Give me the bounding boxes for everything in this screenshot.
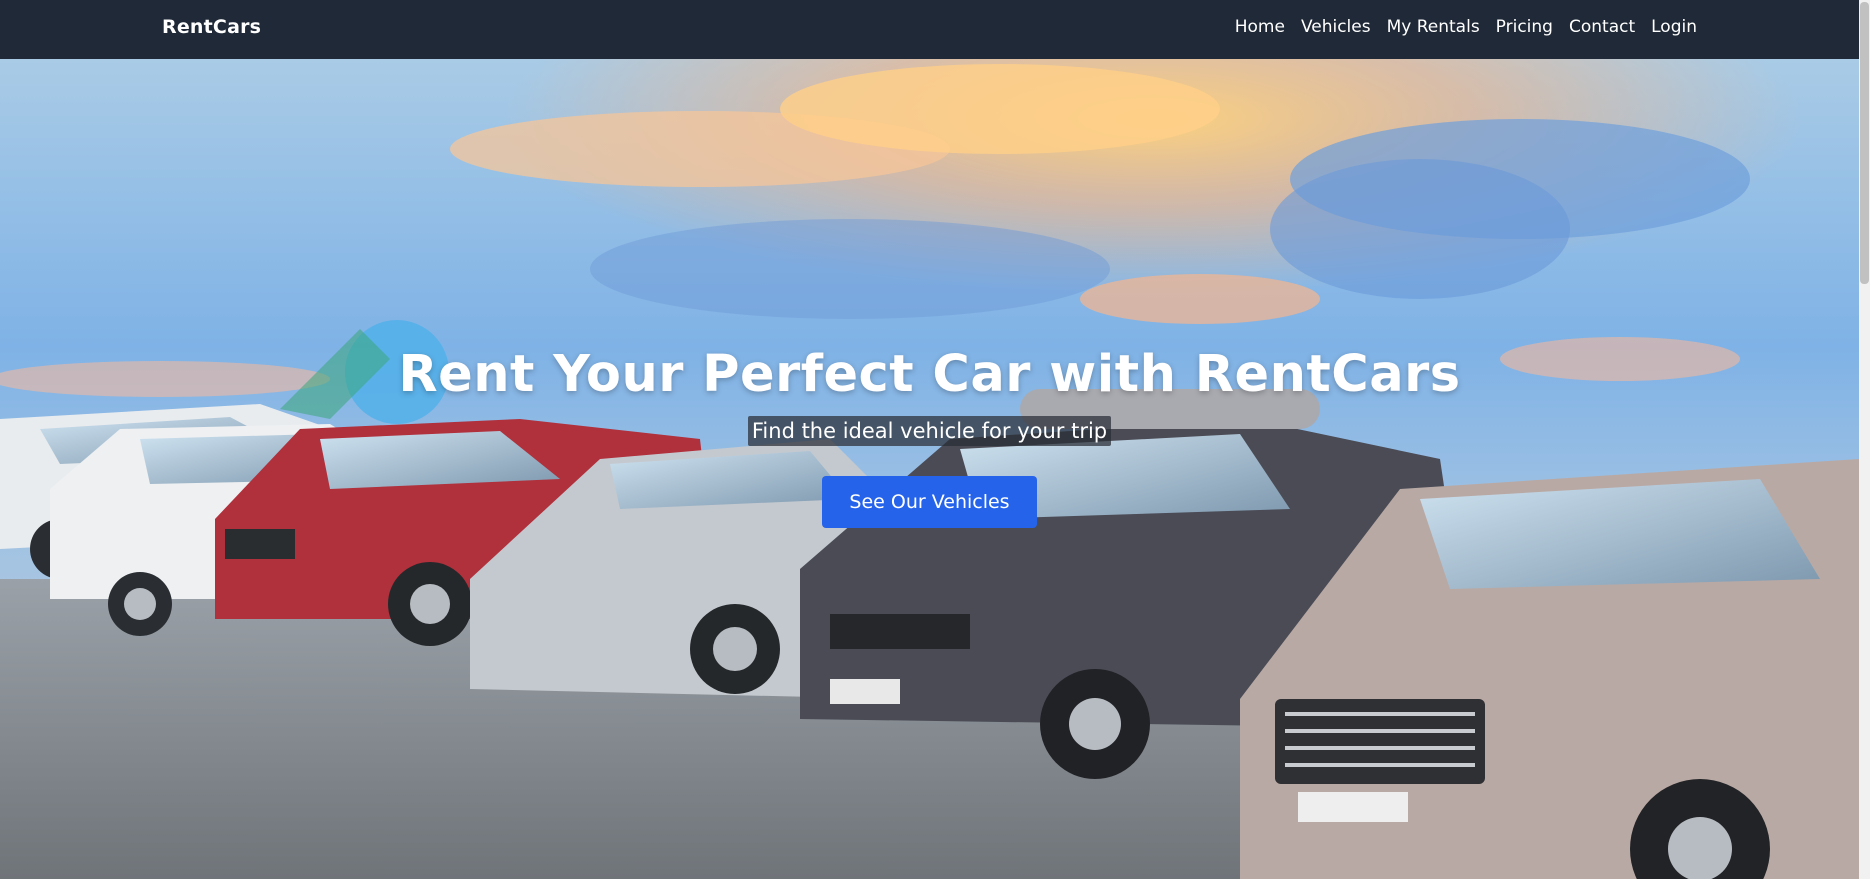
nav-link-pricing[interactable]: Pricing bbox=[1496, 17, 1553, 37]
nav-link-home[interactable]: Home bbox=[1235, 17, 1285, 37]
hero-subtitle-container: Find the ideal vehicle for your trip bbox=[0, 416, 1859, 446]
page: RentCars Home Vehicles My Rentals Pricin… bbox=[0, 0, 1870, 879]
navbar: RentCars Home Vehicles My Rentals Pricin… bbox=[0, 0, 1859, 59]
page-scrollbar[interactable] bbox=[1859, 0, 1870, 879]
nav-links: Home Vehicles My Rentals Pricing Contact… bbox=[1235, 17, 1697, 37]
cta-container: See Our Vehicles bbox=[0, 476, 1859, 528]
scrollbar-thumb[interactable] bbox=[1860, 2, 1869, 284]
hero-background-image bbox=[0, 59, 1859, 879]
hero-section: Rent Your Perfect Car with RentCars Find… bbox=[0, 59, 1859, 879]
hero-subtitle: Find the ideal vehicle for your trip bbox=[747, 416, 1112, 446]
nav-link-vehicles[interactable]: Vehicles bbox=[1301, 17, 1371, 37]
nav-link-contact[interactable]: Contact bbox=[1569, 17, 1635, 37]
hero-title: Rent Your Perfect Car with RentCars bbox=[398, 345, 1461, 404]
see-vehicles-button[interactable]: See Our Vehicles bbox=[822, 476, 1037, 528]
nav-link-login[interactable]: Login bbox=[1651, 17, 1697, 37]
nav-link-my-rentals[interactable]: My Rentals bbox=[1387, 17, 1480, 37]
brand-logo[interactable]: RentCars bbox=[162, 16, 261, 38]
